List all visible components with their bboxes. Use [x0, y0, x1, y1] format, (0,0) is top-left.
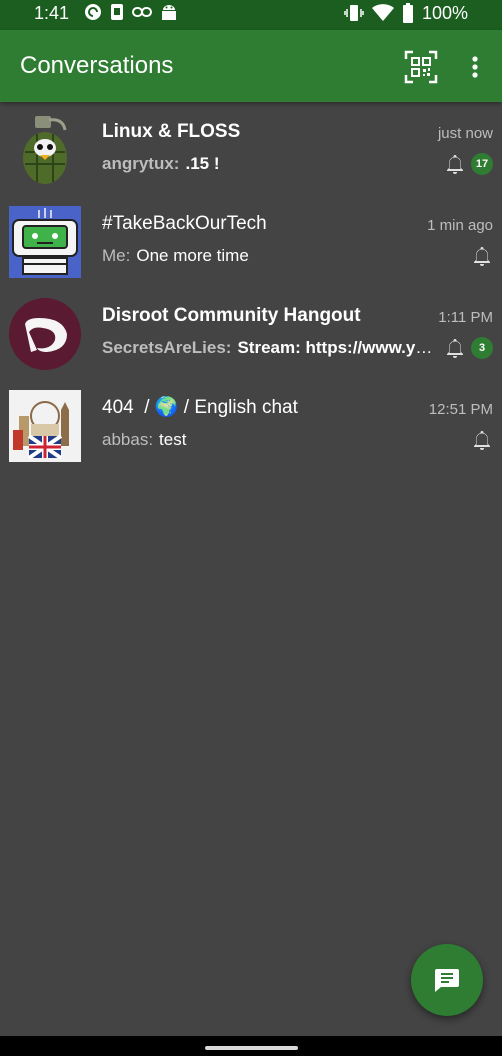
qr-code-icon	[404, 50, 438, 84]
unread-badge: 17	[471, 153, 493, 175]
preview-sender: SecretsAreLies:	[102, 338, 232, 357]
name-prefix: 404	[102, 397, 134, 418]
preview-message: One more time	[136, 246, 249, 265]
disroot-logo-avatar	[9, 298, 81, 370]
notification-icons	[84, 3, 178, 21]
conversation-item-takebackourtech[interactable]: #TakeBackOurTech 1 min ago Me: One more t…	[0, 194, 502, 286]
status-time: 1:41	[34, 3, 70, 23]
link-icon	[132, 7, 152, 17]
conversation-time: 1:11 PM	[438, 309, 493, 326]
name-suffix: English chat	[194, 397, 298, 418]
system-icons: 100%	[344, 2, 468, 24]
bell-icon[interactable]	[445, 337, 465, 359]
grenade-tux-avatar	[9, 114, 81, 186]
robot-avatar	[9, 206, 81, 278]
scan-qr-button[interactable]	[402, 48, 440, 86]
name-separator: /	[144, 397, 150, 418]
conversation-name: Disroot Community Hangout	[102, 305, 361, 326]
unread-badge: 3	[471, 337, 493, 359]
preview-sender: Me:	[102, 246, 131, 265]
name-separator: /	[183, 397, 190, 418]
preview-message: Stream: https://www.youtube.com	[237, 338, 436, 357]
preview-message: .15 !	[185, 154, 220, 173]
android-icon	[162, 5, 176, 20]
conversation-time: just now	[437, 125, 493, 142]
pocketcasts-icon	[85, 4, 101, 20]
bell-icon[interactable]	[472, 429, 492, 451]
phone-sim-icon	[111, 4, 123, 20]
bell-icon[interactable]	[472, 245, 492, 267]
status-bar: 1:41 100%	[0, 0, 502, 30]
london-avatar	[9, 390, 81, 462]
conversation-item-404-english-chat[interactable]: 404 / 🌍 / English chat 12:51 PM abbas: te…	[0, 378, 502, 470]
conversation-time: 12:51 PM	[428, 401, 493, 418]
conversation-name: #TakeBackOurTech	[102, 213, 267, 234]
conversation-item-linux-floss[interactable]: Linux & FLOSS just now angrytux: .15 ! 17	[0, 102, 502, 194]
globe-emoji: 🌍	[154, 397, 179, 418]
preview-sender: abbas:	[102, 430, 154, 449]
conversation-list: Linux & FLOSS just now angrytux: .15 ! 17…	[0, 102, 502, 470]
conversation-preview: Me: One more time	[102, 245, 436, 267]
conversation-preview: SecretsAreLies: Stream: https://www.youtu…	[102, 337, 436, 359]
conversation-name: 404 / 🌍 / English chat	[102, 396, 402, 420]
conversation-preview: angrytux: .15 !	[102, 153, 436, 175]
preview-message: test	[159, 430, 187, 449]
battery-icon	[402, 3, 413, 23]
home-gesture-handle[interactable]	[205, 1046, 298, 1050]
page-title: Conversations	[20, 52, 174, 79]
conversation-item-disroot[interactable]: Disroot Community Hangout 1:11 PM Secret…	[0, 286, 502, 378]
more-options-button[interactable]	[462, 48, 488, 86]
app-bar: Conversations	[0, 30, 502, 102]
conversation-name: Linux & FLOSS	[102, 121, 241, 142]
conversation-time: 1 min ago	[427, 217, 493, 234]
vibrate-icon	[344, 5, 364, 21]
wifi-icon	[371, 4, 394, 22]
bell-icon[interactable]	[445, 153, 465, 175]
new-chat-icon	[435, 969, 459, 992]
conversation-preview: abbas: test	[102, 429, 436, 451]
preview-sender: angrytux:	[102, 154, 180, 173]
battery-percent: 100%	[421, 3, 468, 23]
new-conversation-button[interactable]	[411, 944, 483, 1016]
more-vert-icon	[472, 56, 478, 78]
